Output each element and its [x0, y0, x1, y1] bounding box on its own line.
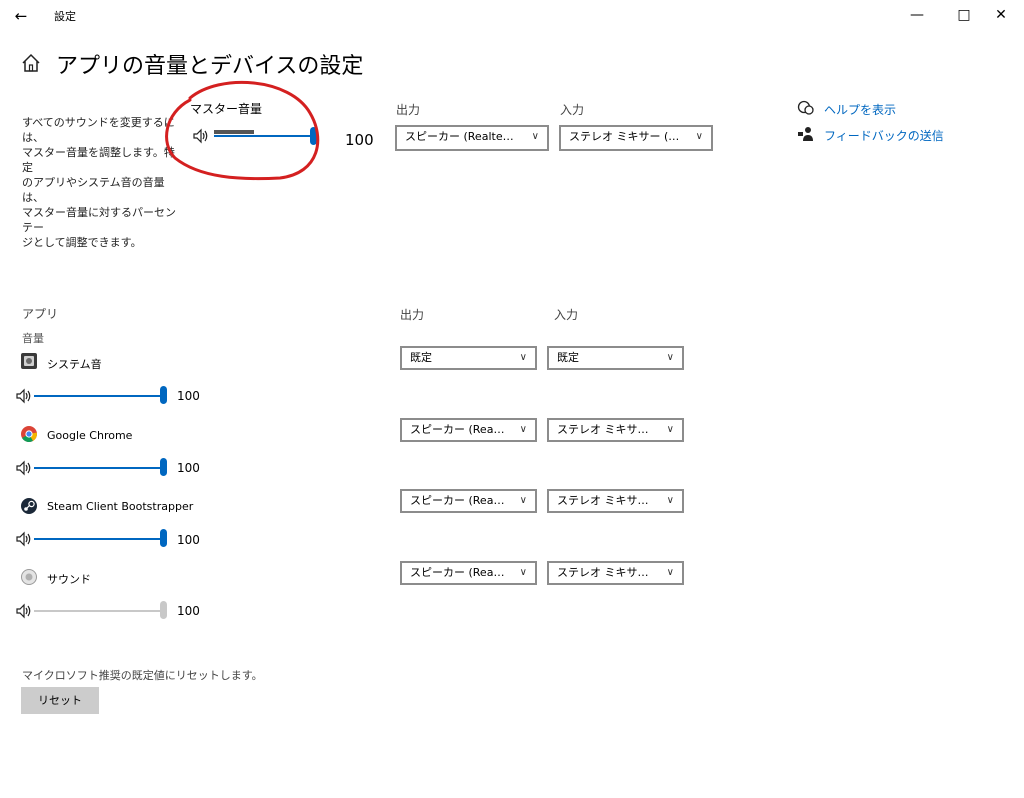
master-output-select[interactable]: スピーカー (Realtek Hi... ∨ — [395, 125, 549, 151]
chevron-down-icon: ∨ — [519, 495, 527, 506]
chrome-icon — [21, 426, 38, 442]
app-output-value: スピーカー (Realtek H — [410, 423, 507, 436]
app-output-select[interactable]: スピーカー (Realtek H ∨ — [400, 489, 537, 513]
sound-app-icon — [21, 569, 37, 585]
app-volume-value: 100 — [177, 389, 200, 403]
app-volume-value: 100 — [177, 533, 200, 547]
chevron-down-icon: ∨ — [666, 424, 674, 435]
desc-line: のアプリやシステム音の音量は、 — [22, 176, 165, 204]
app-name: Steam Client Bootstrapper — [47, 500, 194, 513]
app-output-select[interactable]: スピーカー (Realtek H ∨ — [400, 418, 537, 442]
feedback-link[interactable]: フィードバックの送信 — [824, 127, 944, 144]
speaker-icon[interactable] — [15, 603, 33, 619]
apps-input-column: 入力 — [554, 308, 579, 322]
app-volume-track[interactable] — [34, 610, 164, 612]
app-input-select[interactable]: ステレオ ミキサー (Rea ∨ — [547, 489, 684, 513]
app-volume-thumb[interactable] — [160, 386, 167, 404]
back-arrow-icon[interactable]: ← — [10, 6, 32, 26]
app-input-select[interactable]: ステレオ ミキサー (Rea ∨ — [547, 418, 684, 442]
title-bar: ← 設定 — □ ✕ — [0, 0, 1024, 32]
app-volume-track[interactable] — [34, 395, 164, 397]
desc-line: すべてのサウンドを変更するには、 — [22, 116, 175, 144]
app-input-value: ステレオ ミキサー (Rea — [557, 494, 654, 507]
app-output-value: スピーカー (Realtek H — [410, 494, 507, 507]
app-output-value: スピーカー (Realtek H — [410, 566, 507, 579]
chevron-down-icon: ∨ — [519, 424, 527, 435]
apps-volume-label: 音量 — [22, 332, 44, 345]
chevron-down-icon: ∨ — [519, 352, 527, 363]
app-input-select[interactable]: ステレオ ミキサー (Rea ∨ — [547, 561, 684, 585]
help-icon[interactable] — [797, 100, 815, 116]
app-input-select[interactable]: 既定 ∨ — [547, 346, 684, 370]
reset-button[interactable]: リセット — [21, 687, 99, 714]
system-sound-icon — [21, 353, 37, 369]
page-title: アプリの音量とデバイスの設定 — [56, 54, 364, 79]
chevron-down-icon: ∨ — [519, 567, 527, 578]
close-icon[interactable]: ✕ — [986, 4, 1016, 26]
app-input-value: ステレオ ミキサー (Rea — [557, 566, 654, 579]
app-input-value: ステレオ ミキサー (Rea — [557, 423, 654, 436]
app-output-select[interactable]: 既定 ∨ — [400, 346, 537, 370]
master-volume-value: 100 — [345, 131, 374, 149]
help-link[interactable]: ヘルプを表示 — [824, 101, 896, 118]
chevron-down-icon: ∨ — [666, 567, 674, 578]
app-name: サウンド — [47, 573, 91, 586]
app-volume-thumb[interactable] — [160, 601, 167, 619]
maximize-icon[interactable]: □ — [949, 4, 979, 26]
chevron-down-icon: ∨ — [666, 495, 674, 506]
red-annotation-circle — [165, 80, 320, 181]
master-input-label: 入力 — [560, 103, 585, 117]
speaker-icon[interactable] — [15, 388, 33, 404]
app-output-value: 既定 — [410, 351, 432, 364]
app-volume-value: 100 — [177, 604, 200, 618]
app-volume-value: 100 — [177, 461, 200, 475]
feedback-icon[interactable] — [797, 126, 815, 142]
window-title: 設定 — [54, 10, 76, 23]
master-output-label: 出力 — [396, 103, 421, 117]
speaker-icon[interactable] — [15, 531, 33, 547]
app-volume-track[interactable] — [34, 538, 164, 540]
app-name: Google Chrome — [47, 429, 133, 442]
chevron-down-icon: ∨ — [531, 131, 539, 142]
reset-hint: マイクロソフト推奨の既定値にリセットします。 — [22, 669, 263, 682]
minimize-icon[interactable]: — — [902, 4, 932, 26]
app-input-value: 既定 — [557, 351, 579, 364]
desc-line: マスター音量に対するパーセンテー — [22, 206, 176, 234]
home-icon[interactable] — [20, 52, 42, 74]
app-output-select[interactable]: スピーカー (Realtek H ∨ — [400, 561, 537, 585]
chevron-down-icon: ∨ — [666, 352, 674, 363]
master-input-select[interactable]: ステレオ ミキサー (Realt... ∨ — [559, 125, 713, 151]
master-output-value: スピーカー (Realtek Hi... — [405, 130, 519, 143]
master-input-value: ステレオ ミキサー (Realt... — [569, 130, 683, 143]
app-volume-track[interactable] — [34, 467, 164, 469]
steam-icon — [21, 498, 37, 514]
desc-line: ジとして調整できます。 — [22, 236, 142, 249]
apps-section-label: アプリ — [22, 307, 59, 321]
speaker-icon[interactable] — [15, 460, 33, 476]
chevron-down-icon: ∨ — [695, 131, 703, 142]
app-name: システム音 — [47, 358, 102, 371]
desc-line: マスター音量を調整します。特定 — [22, 146, 175, 174]
apps-output-column: 出力 — [400, 308, 425, 322]
app-volume-thumb[interactable] — [160, 458, 167, 476]
app-volume-thumb[interactable] — [160, 529, 167, 547]
master-description: すべてのサウンドを変更するには、 マスター音量を調整します。特定 のアプリやシス… — [22, 115, 180, 250]
